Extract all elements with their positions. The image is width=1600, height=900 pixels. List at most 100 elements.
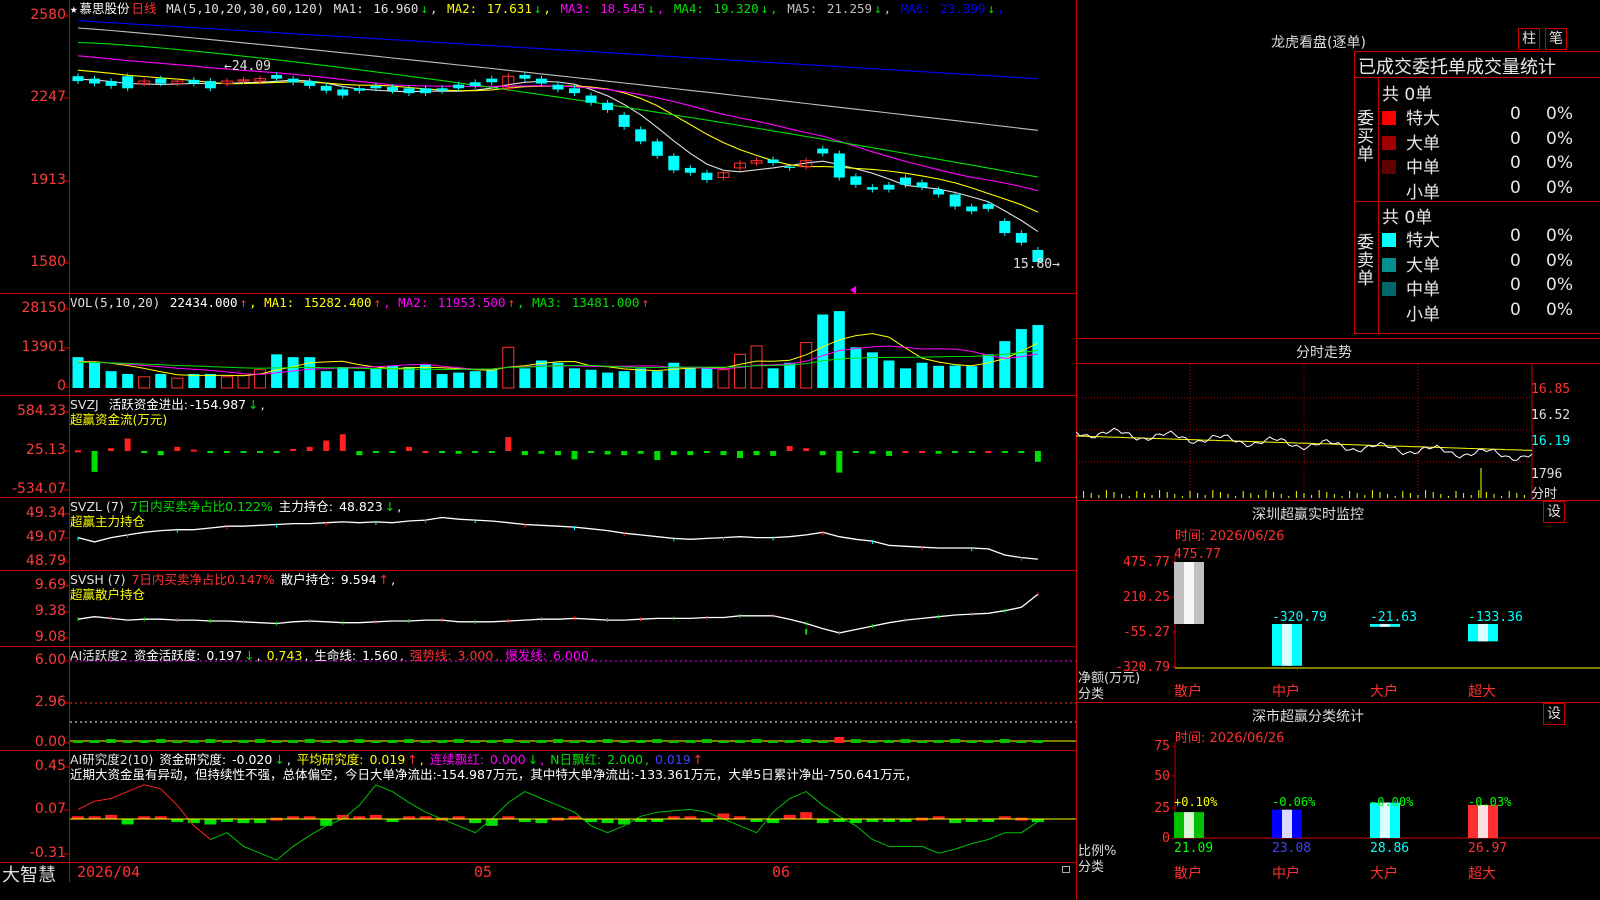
fund-flow-bar <box>273 451 280 453</box>
category-value-label: 28.86 <box>1370 841 1409 856</box>
category-bar-highlight <box>1478 804 1488 838</box>
candle-down <box>883 184 895 190</box>
category-bar-highlight <box>1282 809 1292 838</box>
candle-down <box>155 78 167 84</box>
candle-down <box>784 166 796 168</box>
research-bar <box>601 819 614 824</box>
active-bar <box>139 740 150 743</box>
fund-flow-bar <box>968 451 975 453</box>
fund-flow-bar <box>422 451 429 453</box>
lock-icon[interactable] <box>1062 866 1070 873</box>
intraday-tick-label: 1796 <box>1531 467 1563 482</box>
candle-down <box>916 182 928 188</box>
category-value-label: -133.36 <box>1468 610 1523 625</box>
fund-flow-bar <box>885 451 892 456</box>
research-bar <box>717 813 730 819</box>
fund-flow-bar <box>290 448 297 451</box>
marker-icon <box>850 286 856 294</box>
buy-order-name: 中单 <box>1406 158 1440 178</box>
sell-order-pct: 0% <box>1546 226 1573 246</box>
category-bar-highlight <box>1282 624 1292 666</box>
active-bar <box>486 740 497 743</box>
volume-bar <box>668 362 680 388</box>
volume-bar <box>105 371 117 388</box>
candle-down <box>668 155 680 171</box>
sell-order-row: 特大 <box>1382 226 1440 251</box>
active-bar <box>238 740 249 743</box>
volume-bar <box>585 369 597 388</box>
order-divider-v <box>1378 77 1379 334</box>
active-bar <box>437 740 448 743</box>
volume-bar <box>353 371 365 388</box>
fund-flow-bar <box>157 451 164 456</box>
sell-order-count: 0 <box>1510 250 1521 271</box>
category-value-label: 475.77 <box>1174 547 1221 562</box>
tick-mode-button[interactable]: 笔 <box>1545 28 1567 50</box>
candle-down <box>320 85 332 91</box>
volume-bar <box>155 373 167 388</box>
buy-order-color-swatch <box>1382 135 1396 150</box>
active-bar <box>221 741 232 743</box>
active-bar <box>172 741 183 743</box>
retail-holding-line <box>77 593 1039 634</box>
fund-flow-bar <box>604 451 611 455</box>
active-bar <box>817 741 828 743</box>
active-bar <box>1016 741 1027 743</box>
candle-down <box>767 159 779 164</box>
fund-flow-bar <box>803 448 810 451</box>
active-bar <box>453 739 464 743</box>
fund-flow-bar <box>687 451 694 456</box>
volume-bar <box>403 366 415 388</box>
x-date-2: 05 <box>474 863 493 881</box>
category-bar-highlight <box>1184 812 1194 838</box>
volume-bar <box>750 345 763 389</box>
main-chart-svg[interactable]: ←24.09 15.80→ <box>0 0 1076 900</box>
volume-bar <box>171 377 184 389</box>
volume-bar <box>519 368 531 388</box>
fund-flow-bar <box>786 446 793 451</box>
active-bar <box>1032 740 1043 743</box>
fund-flow-bar <box>902 451 909 453</box>
active-bar <box>470 741 481 743</box>
active-bar <box>354 739 365 743</box>
active-bar <box>867 741 878 743</box>
order-stats-title: 已成交委托单成交量统计 <box>1358 57 1556 78</box>
order-divider-1 <box>1354 77 1600 78</box>
buy-order-row: 大单 <box>1382 129 1440 154</box>
active-bar <box>271 741 282 743</box>
lhb-title: 龙虎看盘(逐单) <box>1271 35 1366 51</box>
volume-bar <box>1015 329 1027 388</box>
category-label: 大户 <box>1370 865 1398 882</box>
active-bar <box>668 741 679 743</box>
category-bar-highlight <box>1184 562 1194 624</box>
x-date-1: 2026/04 <box>77 863 141 881</box>
buy-order-color-swatch <box>1382 111 1396 125</box>
fund-flow-bar <box>588 451 595 453</box>
volume-bar <box>800 342 813 389</box>
fund-flow-bar <box>108 448 115 451</box>
category-delta-label: -0.06% <box>1272 795 1316 809</box>
fund-flow-bar <box>141 451 148 453</box>
sell-order-row: 小单 <box>1382 300 1440 325</box>
fund-flow-bar <box>1001 451 1008 453</box>
fund-flow-bar <box>852 451 859 453</box>
candle-down <box>420 88 432 94</box>
volume-bar <box>453 372 465 388</box>
buy-order-count: 0 <box>1510 128 1521 149</box>
fund-flow-bar <box>75 450 81 453</box>
buy-order-color-swatch <box>1382 160 1396 174</box>
bar-mode-button[interactable]: 柱 <box>1518 28 1540 50</box>
fund-flow-bar <box>174 446 181 451</box>
intraday-chart[interactable] <box>1076 364 1600 500</box>
research-bar <box>254 819 267 824</box>
fund-flow-bar <box>571 451 578 460</box>
active-bar <box>255 739 266 743</box>
active-bar <box>586 740 597 743</box>
buy-order-pct: 0% <box>1546 177 1573 198</box>
active-bar <box>122 741 133 743</box>
sell-order-row: 中单 <box>1382 275 1440 300</box>
active-bar <box>387 740 398 743</box>
volume-bar <box>982 354 994 388</box>
research-bar <box>204 819 217 825</box>
sell-total: 共 0单 <box>1382 208 1433 228</box>
